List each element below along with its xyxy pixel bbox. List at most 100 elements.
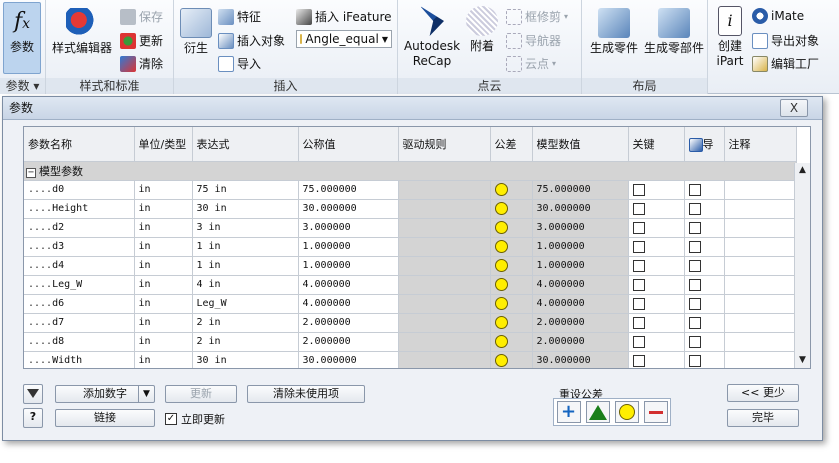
insert-object-button[interactable]: 插入对象 bbox=[218, 32, 285, 49]
unit-cell[interactable]: in bbox=[134, 218, 193, 238]
params-group-label[interactable]: 参数 ▾ bbox=[0, 78, 45, 94]
lower-tolerance-button[interactable] bbox=[643, 401, 668, 423]
driving-rule-cell[interactable] bbox=[398, 218, 491, 238]
table-row[interactable]: ....Height in 30 in 30.000000 30.000000 bbox=[24, 199, 797, 219]
table-row[interactable]: ....Width in 30 in 30.000000 30.000000 bbox=[24, 351, 797, 368]
tolerance-circle-icon[interactable] bbox=[494, 221, 508, 234]
nominal-cell[interactable]: 30.000000 bbox=[298, 351, 399, 368]
key-checkbox[interactable] bbox=[632, 297, 645, 310]
table-row[interactable]: ....d7 in 2 in 2.000000 2.000000 bbox=[24, 313, 797, 333]
param-name-cell[interactable]: ....d6 bbox=[24, 294, 135, 314]
table-row[interactable]: ....d4 in 1 in 1.000000 1.000000 bbox=[24, 256, 797, 276]
help-button[interactable]: ? bbox=[23, 408, 43, 428]
table-row[interactable]: ....Leg_W in 4 in 4.000000 4.000000 bbox=[24, 275, 797, 295]
col-header[interactable]: 公称值 bbox=[298, 127, 399, 162]
driving-rule-cell[interactable] bbox=[398, 332, 491, 352]
unit-cell[interactable]: in bbox=[134, 256, 193, 276]
param-name-cell[interactable]: ....d0 bbox=[24, 180, 135, 200]
tolerance-circle-icon[interactable] bbox=[494, 297, 508, 310]
model-value-cell[interactable]: 1.000000 bbox=[532, 256, 629, 276]
col-header[interactable]: 驱动规则 bbox=[398, 127, 491, 162]
export-cell[interactable] bbox=[684, 218, 725, 238]
nominal-cell[interactable]: 75.000000 bbox=[298, 180, 399, 200]
navigator-button[interactable]: 导航器 bbox=[506, 32, 561, 49]
edit-factory-button[interactable]: 编辑工厂 bbox=[752, 55, 819, 72]
driving-rule-cell[interactable] bbox=[398, 313, 491, 333]
export-checkbox[interactable] bbox=[688, 183, 701, 196]
chevron-down-icon[interactable]: ▼ bbox=[138, 386, 154, 402]
export-checkbox[interactable] bbox=[688, 335, 701, 348]
export-cell[interactable] bbox=[684, 256, 725, 276]
cloud-point-button[interactable]: 云点 ▾ bbox=[506, 55, 556, 72]
export-cell[interactable] bbox=[684, 199, 725, 219]
tolerance-circle-icon[interactable] bbox=[494, 259, 508, 272]
nominal-cell[interactable]: 1.000000 bbox=[298, 237, 399, 257]
expression-cell[interactable]: Leg_W bbox=[192, 294, 299, 314]
key-cell[interactable] bbox=[628, 313, 685, 333]
tolerance-cell[interactable] bbox=[490, 332, 533, 352]
driving-rule-cell[interactable] bbox=[398, 180, 491, 200]
model-value-cell[interactable]: 2.000000 bbox=[532, 332, 629, 352]
expression-cell[interactable]: 2 in bbox=[192, 332, 299, 352]
tolerance-cell[interactable] bbox=[490, 256, 533, 276]
expression-cell[interactable]: 1 in bbox=[192, 237, 299, 257]
unit-cell[interactable]: in bbox=[134, 294, 193, 314]
checkbox-checked[interactable]: ✓ bbox=[165, 413, 177, 425]
driving-rule-cell[interactable] bbox=[398, 199, 491, 219]
nominal-cell[interactable]: 2.000000 bbox=[298, 313, 399, 333]
tolerance-cell[interactable] bbox=[490, 218, 533, 238]
key-checkbox[interactable] bbox=[632, 259, 645, 272]
col-header[interactable]: 注释 bbox=[724, 127, 797, 162]
comment-cell[interactable] bbox=[724, 199, 797, 219]
tolerance-cell[interactable] bbox=[490, 294, 533, 314]
key-checkbox[interactable] bbox=[632, 316, 645, 329]
nominal-tolerance-button[interactable] bbox=[614, 401, 639, 423]
driving-rule-cell[interactable] bbox=[398, 275, 491, 295]
unit-cell[interactable]: in bbox=[134, 351, 193, 368]
param-name-cell[interactable]: ....d8 bbox=[24, 332, 135, 352]
export-checkbox[interactable] bbox=[688, 221, 701, 234]
unit-cell[interactable]: in bbox=[134, 275, 193, 295]
key-cell[interactable] bbox=[628, 237, 685, 257]
col-header[interactable]: 单位/类型 bbox=[134, 127, 193, 162]
make-components-button[interactable]: 生成零部件 bbox=[642, 8, 706, 56]
key-checkbox[interactable] bbox=[632, 354, 645, 367]
export-cell[interactable] bbox=[684, 237, 725, 257]
filter-button[interactable] bbox=[23, 384, 43, 404]
export-checkbox[interactable] bbox=[688, 202, 701, 215]
comment-cell[interactable] bbox=[724, 237, 797, 257]
export-cell[interactable] bbox=[684, 351, 725, 368]
group-row[interactable]: − 模型参数 bbox=[24, 161, 797, 181]
unit-cell[interactable]: in bbox=[134, 313, 193, 333]
col-header[interactable]: 公差 bbox=[490, 127, 533, 162]
attach-button[interactable]: 附着 bbox=[464, 6, 500, 54]
tolerance-cell[interactable] bbox=[490, 351, 533, 368]
export-cell[interactable] bbox=[684, 180, 725, 200]
tolerance-cell[interactable] bbox=[490, 199, 533, 219]
expression-cell[interactable]: 4 in bbox=[192, 275, 299, 295]
update-button[interactable]: 更新 bbox=[165, 385, 237, 403]
save-style-button[interactable]: 保存 bbox=[120, 8, 163, 25]
tolerance-cell[interactable] bbox=[490, 237, 533, 257]
add-number-button[interactable]: 添加数字 ▼ bbox=[55, 385, 155, 403]
recap-button[interactable]: Autodesk ReCap bbox=[402, 6, 462, 69]
key-checkbox[interactable] bbox=[632, 278, 645, 291]
make-part-button[interactable]: 生成零件 bbox=[586, 8, 642, 56]
tolerance-circle-icon[interactable] bbox=[494, 183, 508, 196]
unit-cell[interactable]: in bbox=[134, 237, 193, 257]
key-checkbox[interactable] bbox=[632, 335, 645, 348]
col-header[interactable]: 参数名称 bbox=[24, 127, 135, 162]
unit-cell[interactable]: in bbox=[134, 180, 193, 200]
comment-cell[interactable] bbox=[724, 256, 797, 276]
export-checkbox[interactable] bbox=[688, 316, 701, 329]
model-value-cell[interactable]: 30.000000 bbox=[532, 199, 629, 219]
comment-cell[interactable] bbox=[724, 313, 797, 333]
tolerance-cell[interactable] bbox=[490, 313, 533, 333]
comment-cell[interactable] bbox=[724, 275, 797, 295]
comment-cell[interactable] bbox=[724, 218, 797, 238]
table-row[interactable]: ....d3 in 1 in 1.000000 1.000000 bbox=[24, 237, 797, 257]
unit-cell[interactable]: in bbox=[134, 199, 193, 219]
model-value-cell[interactable]: 30.000000 bbox=[532, 351, 629, 368]
key-checkbox[interactable] bbox=[632, 221, 645, 234]
param-name-cell[interactable]: ....Height bbox=[24, 199, 135, 219]
